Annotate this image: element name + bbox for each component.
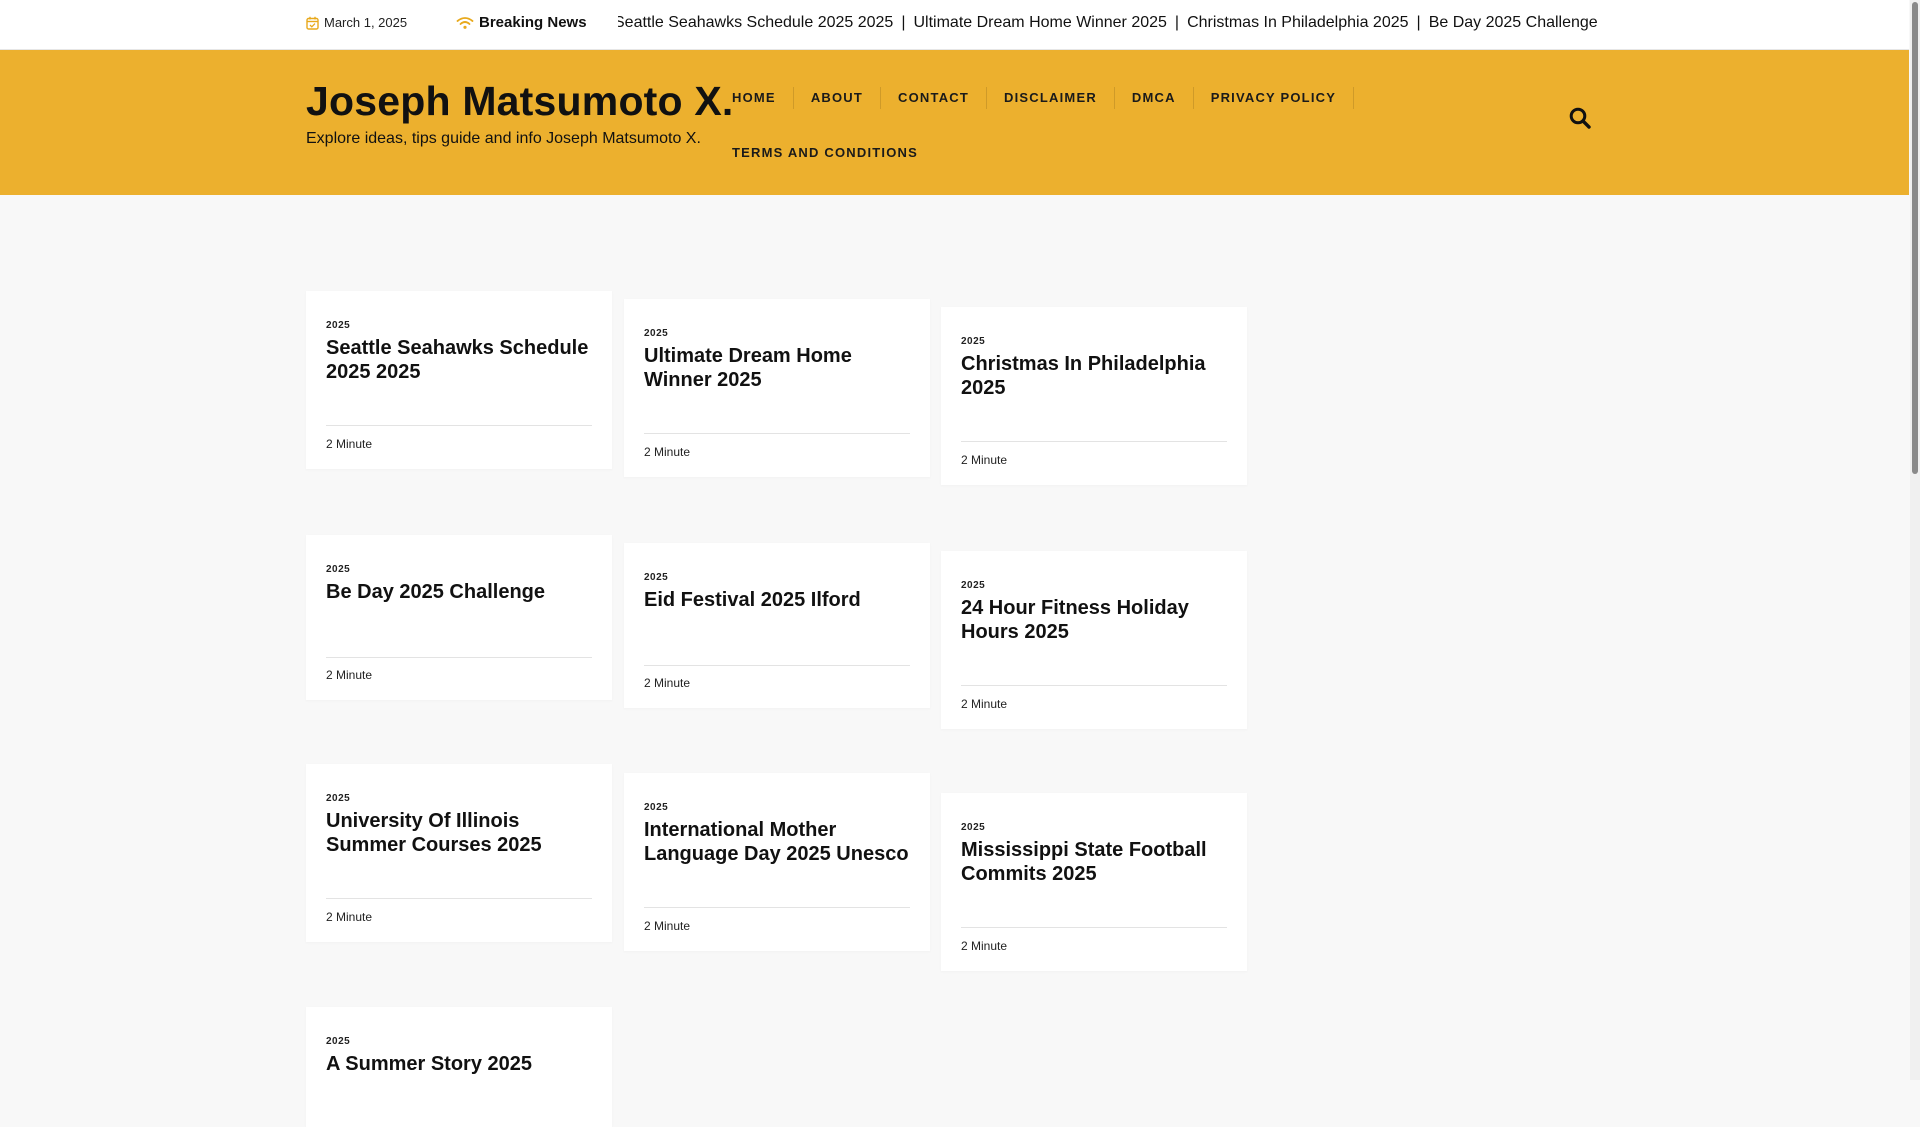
search-icon — [1569, 107, 1591, 129]
ticker-item[interactable]: Be Day 2025 Challenge — [1421, 14, 1604, 32]
search-button[interactable] — [1568, 106, 1594, 132]
nav-item-dmca[interactable]: DMCA — [1115, 86, 1194, 109]
breaking-news-label: Breaking News — [456, 14, 587, 31]
post-title[interactable]: International Mother Language Day 2025 U… — [644, 818, 914, 866]
site-tagline: Explore ideas, tips guide and info Josep… — [306, 130, 701, 147]
nav-item-contact[interactable]: CONTACT — [881, 86, 988, 109]
nav-row-1: HOME ABOUT CONTACT DISCLAIMER DMCA PRIVA… — [715, 70, 1355, 125]
site-header: Joseph Matsumoto X. Explore ideas, tips … — [0, 50, 1909, 195]
post-card: 2025 A Summer Story 2025 — [306, 1007, 612, 1127]
date-text: March 1, 2025 — [324, 15, 408, 30]
calendar-icon — [306, 16, 319, 30]
ticker-item[interactable]: Seattle Seahawks Schedule 2025 2025 — [618, 14, 901, 32]
post-card: 2025 Christmas In Philadelphia 2025 2 Minu… — [941, 307, 1247, 485]
post-card: 2025 Ultimate Dream Home Winner 2025 2 Min… — [624, 299, 930, 477]
post-divider — [326, 898, 592, 899]
post-title[interactable]: A Summer Story 2025 — [326, 1052, 596, 1076]
breaking-news-text: Breaking News — [479, 14, 587, 31]
post-category[interactable]: 2025 — [644, 328, 668, 339]
top-bar: March 1, 2025 Breaking News Seattle Seah… — [0, 0, 1909, 50]
post-read-time: 2 Minute — [644, 445, 691, 459]
post-category[interactable]: 2025 — [961, 822, 985, 833]
post-divider — [644, 665, 910, 666]
ticker-item[interactable]: Christmas In Philadelphia 2025 — [1179, 14, 1416, 32]
post-category[interactable]: 2025 — [326, 320, 350, 331]
post-card: 2025 24 Hour Fitness Holiday Hours 2025 2 … — [941, 551, 1247, 729]
post-title[interactable]: Christmas In Philadelphia 2025 — [961, 352, 1231, 400]
post-divider — [961, 685, 1227, 686]
wifi-icon — [456, 16, 474, 29]
scrollbar-thumb[interactable] — [1912, 2, 1918, 474]
post-card: 2025 Eid Festival 2025 Ilford 2 Minute — [624, 543, 930, 708]
nav-item-disclaimer[interactable]: DISCLAIMER — [987, 86, 1115, 109]
post-card: 2025 Mississippi State Football Commits 2… — [941, 793, 1247, 971]
post-read-time: 2 Minute — [326, 668, 373, 682]
post-read-time: 2 Minute — [644, 676, 691, 690]
post-title[interactable]: Eid Festival 2025 Ilford — [644, 588, 914, 612]
post-title[interactable]: Mississippi State Football Commits 2025 — [961, 838, 1231, 886]
post-divider — [961, 441, 1227, 442]
post-read-time: 2 Minute — [644, 919, 691, 933]
post-card: 2025 International Mother Language Day 20… — [624, 773, 930, 951]
post-divider — [644, 433, 910, 434]
main-nav: HOME ABOUT CONTACT DISCLAIMER DMCA PRIVA… — [715, 70, 1355, 180]
post-title[interactable]: Be Day 2025 Challenge — [326, 580, 596, 604]
nav-item-terms[interactable]: TERMS AND CONDITIONS — [715, 142, 935, 164]
post-title[interactable]: Seattle Seahawks Schedule 2025 2025 — [326, 336, 596, 384]
page-scrollbar[interactable] — [1910, 0, 1920, 1080]
post-card: 2025 Be Day 2025 Challenge 2 Minute — [306, 535, 612, 700]
site-title[interactable]: Joseph Matsumoto X. — [306, 78, 734, 125]
nav-item-about[interactable]: ABOUT — [794, 86, 882, 109]
post-read-time: 2 Minute — [326, 910, 373, 924]
post-title[interactable]: Ultimate Dream Home Winner 2025 — [644, 344, 914, 392]
post-category[interactable]: 2025 — [961, 580, 985, 591]
post-read-time: 2 Minute — [961, 453, 1008, 467]
top-date: March 1, 2025 — [306, 15, 407, 30]
nav-item-home[interactable]: HOME — [715, 86, 794, 109]
nav-item-privacy-policy[interactable]: PRIVACY POLICY — [1194, 86, 1355, 109]
ticker-track: Seattle Seahawks Schedule 2025 2025 | Ulti… — [618, 14, 1604, 32]
post-category[interactable]: 2025 — [961, 336, 985, 347]
post-divider — [961, 927, 1227, 928]
post-card: 2025 University Of Illinois Summer Course… — [306, 764, 612, 942]
post-category[interactable]: 2025 — [326, 564, 350, 575]
post-category[interactable]: 2025 — [644, 572, 668, 583]
post-title[interactable]: University Of Illinois Summer Courses 20… — [326, 809, 596, 857]
post-read-time: 2 Minute — [961, 697, 1008, 711]
post-divider — [326, 657, 592, 658]
post-category[interactable]: 2025 — [326, 793, 350, 804]
post-divider — [644, 907, 910, 908]
post-read-time: 2 Minute — [326, 437, 373, 451]
post-title[interactable]: 24 Hour Fitness Holiday Hours 2025 — [961, 596, 1231, 644]
post-category[interactable]: 2025 — [326, 1036, 350, 1047]
post-card: 2025 Seattle Seahawks Schedule 2025 2025 2… — [306, 291, 612, 469]
news-ticker: Seattle Seahawks Schedule 2025 2025 | Ulti… — [618, 14, 1604, 36]
post-category[interactable]: 2025 — [644, 802, 668, 813]
post-divider — [326, 425, 592, 426]
ticker-item[interactable]: Ultimate Dream Home Winner 2025 — [905, 14, 1174, 32]
post-read-time: 2 Minute — [961, 939, 1008, 953]
nav-row-2: TERMS AND CONDITIONS — [715, 125, 1355, 180]
